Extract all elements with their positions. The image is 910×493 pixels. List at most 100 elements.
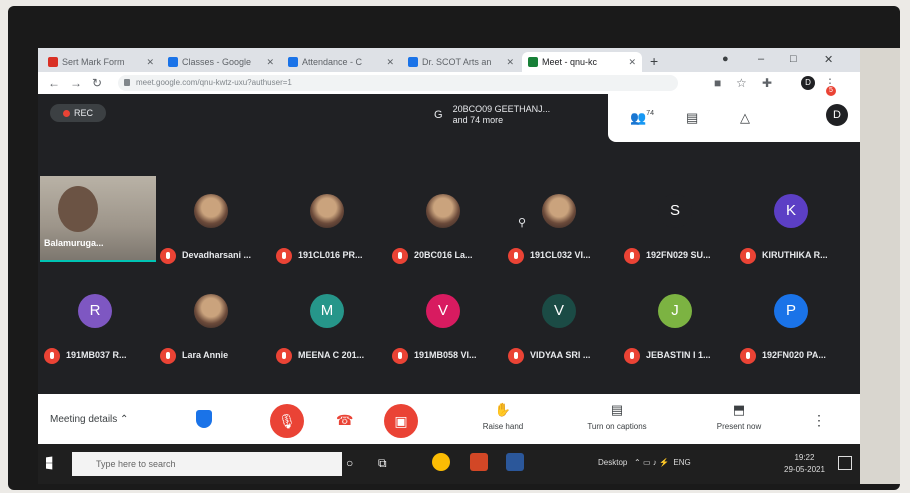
close-icon[interactable]: ✕ [506,57,514,68]
participant-avatar: J [658,294,692,328]
tab-1[interactable]: Sert Mark Form ✕ [42,52,160,72]
activities-icon[interactable]: △ [740,110,750,126]
tab-favicon [48,57,58,67]
raise-hand-button[interactable]: ✋ Raise hand [458,402,548,431]
notification-center-icon[interactable] [838,456,852,470]
tab-favicon [288,57,298,67]
participant-name: JEBASTIN I 1... [646,350,711,360]
record-dot-icon [62,109,70,117]
more-options-icon[interactable]: ⋮ [812,412,826,429]
presenter-info: G 20BCO09 GEETHANJ... and 74 more [434,104,550,126]
lock-icon [124,79,130,86]
participant-name: VIDYAA SRI ... [530,350,591,360]
tab-5-active[interactable]: Meet - qnu-kc ✕ [522,52,642,72]
windows-start-icon[interactable] [46,456,53,470]
chrome-icon[interactable] [432,453,450,471]
participant-avatar: K [774,194,808,228]
participant-tile[interactable]: V VIDYAA SRI ... [504,282,616,372]
profile-circle-icon[interactable]: ● [722,53,729,65]
participant-tile[interactable]: 20BC016 La... [388,182,500,272]
language-label[interactable]: ENG [673,458,690,467]
tab-4[interactable]: Dr. SCOT Arts an ✕ [402,52,520,72]
forward-icon[interactable]: → [70,76,82,90]
powerpoint-icon[interactable] [470,453,488,471]
people-icon[interactable]: 👥74 [630,110,654,126]
desktop-label[interactable]: Desktop [598,458,627,467]
new-tab-button[interactable]: + [650,53,658,69]
participant-name: 191MB058 VI... [414,350,477,360]
participant-tile[interactable]: P 192FN020 PA... [736,282,848,372]
clock[interactable]: 19:22 29-05-2021 [784,452,825,476]
camera-icon[interactable]: ■ [714,76,721,90]
participant-tile[interactable]: 191CL016 PR... [272,182,384,272]
captions-button[interactable]: ▤ Turn on captions [572,402,662,431]
taskbar-search[interactable]: Type here to search [72,452,342,476]
close-icon[interactable]: ✕ [266,57,274,68]
participant-name: 192FN029 SU... [646,250,711,260]
camera-off-button[interactable]: ▣ [384,404,418,438]
participant-tile[interactable]: Lara Annie [156,282,268,372]
maximize-icon[interactable]: □ [790,53,797,65]
participant-tile[interactable]: V 191MB058 VI... [388,282,500,372]
participant-grid: Devadharsani ... 191CL016 PR... 20BC016 La… [38,154,860,394]
tab-2[interactable]: Classes - Google ✕ [162,52,280,72]
mic-muted-icon [276,348,292,364]
participant-tile[interactable]: R 191MB037 R... [40,282,152,372]
participant-tile[interactable]: M MEENA C 201... [272,282,384,372]
task-view-icon[interactable]: ⧉ [378,456,387,471]
minimize-icon[interactable]: – [758,53,764,65]
mic-muted-icon [740,248,756,264]
meet-controls-bar: Meeting details ⌃ 🎙 ☎ ▣ ✋ Raise hand ▤ T… [38,394,860,444]
participant-name: MEENA C 201... [298,350,365,360]
participant-tile[interactable]: J JEBASTIN I 1... [620,282,732,372]
close-icon[interactable]: ✕ [628,57,636,68]
back-icon[interactable]: ← [48,76,60,90]
chat-icon[interactable]: ▤ [686,110,698,126]
address-bar[interactable]: meet.google.com/qnu-kwtz-uxu?authuser=1 [118,75,678,91]
close-icon[interactable]: ✕ [386,57,394,68]
mic-muted-icon [392,348,408,364]
pin-icon[interactable]: ⚲ [518,216,526,229]
reload-icon[interactable]: ↻ [92,76,102,90]
participant-tile[interactable]: K KIRUTHIKA R... [736,182,848,272]
shield-icon[interactable] [196,410,212,428]
mic-muted-icon [508,348,524,364]
close-icon[interactable]: ✕ [146,57,154,68]
presenter-initial: G [434,109,443,121]
tab-3[interactable]: Attendance - C ✕ [282,52,400,72]
participant-avatar: V [542,294,576,328]
background-wall [860,48,900,484]
participant-name: 192FN020 PA... [762,350,826,360]
mic-muted-icon [740,348,756,364]
captions-label: Turn on captions [587,422,647,431]
notification-badge: 5 [826,86,836,96]
self-avatar[interactable]: D [826,104,848,126]
participant-avatar: M [310,294,344,328]
participant-avatar: S [658,194,692,228]
present-label: Present now [716,422,762,431]
participant-tile[interactable]: S 192FN029 SU... [620,182,732,272]
mic-muted-icon [44,348,60,364]
tab-label: Attendance - C [302,57,363,67]
participant-name: 191MB037 R... [66,350,127,360]
extensions-icon[interactable]: ✚ [762,76,772,90]
participant-tile[interactable]: Devadharsani ... [156,182,268,272]
tab-label: Sert Mark Form [62,57,125,67]
participant-avatar: R [78,294,112,328]
meet-header: REC G 20BCO09 GEETHANJ... and 74 more 👥7… [38,94,860,154]
mic-muted-icon [276,248,292,264]
hang-up-button[interactable]: ☎ [336,412,353,429]
close-window-icon[interactable]: ✕ [824,53,833,66]
profile-avatar[interactable]: D [801,76,815,90]
cortana-icon[interactable]: ○ [346,456,353,470]
participant-avatar: P [774,294,808,328]
raise-hand-label: Raise hand [482,422,524,431]
participant-name: 20BC016 La... [414,250,473,260]
self-view-tile[interactable]: Balamuruga... [40,176,156,262]
present-button[interactable]: ⬒ Present now [694,402,784,431]
star-icon[interactable]: ☆ [736,76,747,90]
meeting-details-button[interactable]: Meeting details ⌃ [50,414,128,425]
mic-off-button[interactable]: 🎙 [270,404,304,438]
word-icon[interactable] [506,453,524,471]
tab-favicon [528,57,538,67]
